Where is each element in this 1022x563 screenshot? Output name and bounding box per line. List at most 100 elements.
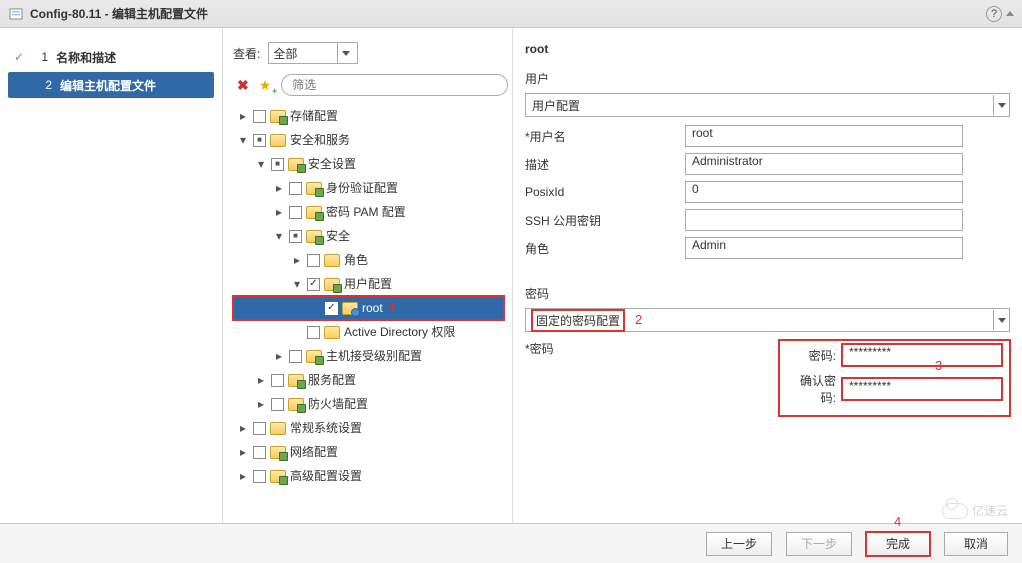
expand-icon[interactable]: ▸ (255, 372, 267, 389)
tree-item-label: 防火墙配置 (308, 396, 368, 413)
step-number: 2 (38, 78, 52, 92)
tree-item-10[interactable]: ▸ 主机接受级别配置 (233, 344, 504, 368)
tree-item-0[interactable]: ▸ 存储配置 (233, 104, 504, 128)
checkbox[interactable] (271, 374, 284, 387)
pw-label: *密码 (525, 340, 661, 357)
checkbox[interactable] (253, 134, 266, 147)
step-2[interactable]: 2 编辑主机配置文件 (8, 72, 214, 98)
checkbox[interactable] (307, 326, 320, 339)
expand-icon[interactable]: ▸ (237, 108, 249, 125)
chevron-down-icon (993, 95, 1009, 115)
tree-item-label: 身份验证配置 (326, 180, 398, 197)
add-favorite-icon[interactable]: ★ (259, 77, 272, 94)
tree-item-label: 密码 PAM 配置 (326, 204, 406, 221)
checkbox[interactable] (289, 350, 302, 363)
confirm-password-field[interactable]: ********* (842, 378, 1002, 400)
tree-item-3[interactable]: ▸ 身份验证配置 (233, 176, 504, 200)
watermark-text: 亿速云 (972, 502, 1008, 519)
desc-label: 描述 (525, 156, 685, 173)
role-field[interactable]: Admin (685, 237, 963, 259)
check-icon: ✓ (14, 50, 24, 64)
tree-item-8[interactable]: root1 (233, 296, 504, 320)
cancel-button[interactable]: 取消 (944, 532, 1008, 556)
checkbox[interactable] (289, 230, 302, 243)
folder-icon (324, 326, 340, 339)
collapse-icon[interactable] (1006, 11, 1014, 16)
username-field[interactable]: root (685, 125, 963, 147)
tree-item-label: 主机接受级别配置 (326, 348, 422, 365)
checkbox[interactable] (271, 398, 284, 411)
folder-icon (306, 182, 322, 195)
checkbox[interactable] (253, 470, 266, 483)
checkbox[interactable] (289, 182, 302, 195)
expand-icon[interactable]: ▸ (273, 204, 285, 221)
desc-field[interactable]: Administrator (685, 153, 963, 175)
user-config-combo[interactable]: 用户配置 (525, 93, 1010, 117)
folder-icon (270, 470, 286, 483)
checkbox[interactable] (271, 158, 284, 171)
window-title: Config-80.11 - 编辑主机配置文件 (30, 5, 208, 22)
view-value: 全部 (273, 45, 297, 62)
pw2-label: 确认密码: (788, 372, 842, 406)
tree-item-label: 安全 (326, 228, 350, 245)
tree-item-2[interactable]: ▾ 安全设置 (233, 152, 504, 176)
config-icon (8, 6, 24, 22)
expand-icon[interactable]: ▸ (255, 396, 267, 413)
tree-item-13[interactable]: ▸ 常规系统设置 (233, 416, 504, 440)
folder-icon (270, 134, 286, 147)
role-label: 角色 (525, 240, 685, 257)
help-icon[interactable]: ? (986, 6, 1002, 22)
tree-item-6[interactable]: ▸ 角色 (233, 248, 504, 272)
tree-item-1[interactable]: ▾安全和服务 (233, 128, 504, 152)
filter-input[interactable] (281, 74, 508, 96)
tree-item-label: 存储配置 (290, 108, 338, 125)
delete-icon[interactable]: ✖ (237, 77, 249, 94)
collapse-icon[interactable]: ▾ (255, 156, 267, 173)
tree-item-12[interactable]: ▸ 防火墙配置 (233, 392, 504, 416)
checkbox[interactable] (289, 206, 302, 219)
tree-item-label: 角色 (344, 252, 368, 269)
checkbox[interactable] (253, 110, 266, 123)
tree-item-9[interactable]: Active Directory 权限 (233, 320, 504, 344)
posix-field[interactable]: 0 (685, 181, 963, 203)
watermark: 亿速云 (942, 502, 1008, 519)
collapse-icon[interactable]: ▾ (273, 228, 285, 245)
tree-item-7[interactable]: ▾用户配置 (233, 272, 504, 296)
checkbox[interactable] (307, 278, 320, 291)
expand-icon[interactable]: ▸ (273, 180, 285, 197)
collapse-icon[interactable]: ▾ (291, 276, 303, 293)
expand-icon[interactable]: ▸ (237, 468, 249, 485)
view-label: 查看: (233, 45, 260, 62)
username-label: *用户名 (525, 128, 685, 145)
checkbox[interactable] (307, 254, 320, 267)
tree-item-4[interactable]: ▸ 密码 PAM 配置 (233, 200, 504, 224)
expand-icon[interactable]: ▸ (237, 420, 249, 437)
pw-config-combo[interactable]: 固定的密码配置 (525, 308, 1010, 332)
tree-item-label: Active Directory 权限 (344, 324, 455, 341)
finish-button[interactable]: 完成 (866, 532, 930, 556)
checkbox[interactable] (253, 446, 266, 459)
back-button[interactable]: 上一步 (706, 532, 772, 556)
tree-item-15[interactable]: ▸高级配置设置 (233, 464, 504, 488)
expand-icon[interactable]: ▸ (273, 348, 285, 365)
ssh-field[interactable] (685, 209, 963, 231)
combo-value: 固定的密码配置 (532, 310, 624, 331)
tree-item-label: 常规系统设置 (290, 420, 362, 437)
collapse-icon[interactable]: ▾ (237, 132, 249, 149)
tree-item-11[interactable]: ▸服务配置 (233, 368, 504, 392)
view-select[interactable]: 全部 (268, 42, 358, 64)
expand-icon[interactable]: ▸ (237, 444, 249, 461)
tree-item-label: 网络配置 (290, 444, 338, 461)
tree-item-14[interactable]: ▸ 网络配置 (233, 440, 504, 464)
tree-item-5[interactable]: ▾ 安全 (233, 224, 504, 248)
step-1[interactable]: ✓ 1 名称和描述 (8, 44, 214, 70)
pw-section-label: 密码 (525, 285, 1010, 302)
checkbox[interactable] (325, 302, 338, 315)
expand-icon[interactable]: ▸ (291, 252, 303, 269)
tree-item-label: 安全设置 (308, 156, 356, 173)
checkbox[interactable] (253, 422, 266, 435)
folder-icon (288, 158, 304, 171)
detail-header: root (525, 42, 1010, 56)
folder-icon (306, 350, 322, 363)
password-field[interactable]: ********* (842, 344, 1002, 366)
